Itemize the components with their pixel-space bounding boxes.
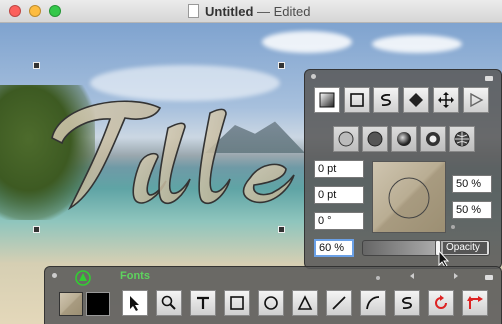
circle-shaded-tool[interactable] [391, 126, 417, 152]
close-window-button[interactable] [9, 5, 21, 17]
arc-icon [366, 296, 380, 310]
s-curve-tool[interactable] [373, 87, 399, 113]
globe-tool[interactable] [449, 126, 475, 152]
fill-preview-swatch[interactable] [372, 161, 446, 233]
rectangle-icon [230, 296, 244, 310]
text-t-icon [197, 296, 209, 309]
stroke-color-swatch[interactable] [86, 292, 110, 316]
line-icon [332, 296, 346, 310]
gradient-icon [319, 92, 335, 108]
circle-ring-tool[interactable] [420, 126, 446, 152]
line-tool[interactable] [326, 290, 352, 316]
angle-field[interactable]: 0 ° [314, 212, 364, 230]
bezier-tool[interactable] [394, 290, 420, 316]
triangle-icon [297, 295, 313, 310]
selection-handle[interactable] [33, 226, 40, 233]
s-curve-icon [402, 297, 412, 309]
selection-handle[interactable] [33, 62, 40, 69]
circle-filled-icon [367, 131, 383, 147]
cloud [372, 35, 462, 53]
minimize-window-button[interactable] [29, 5, 41, 17]
gradient-fill-tool[interactable] [314, 87, 340, 113]
document-icon [188, 4, 199, 18]
title-artwork[interactable] [40, 83, 340, 223]
square-icon [350, 93, 364, 107]
arrow-cursor-icon [130, 296, 139, 311]
play-tool[interactable] [463, 87, 489, 113]
title-bar: Untitled — Edited [0, 0, 502, 23]
angle-dial[interactable] [373, 162, 445, 232]
paging-arrows-icon[interactable] [410, 272, 460, 280]
circle-outline-tool[interactable] [333, 126, 359, 152]
document-name: Untitled [205, 4, 254, 19]
diamond-icon [409, 93, 423, 107]
rectangle-tool[interactable] [224, 290, 250, 316]
percent-x-field[interactable]: 50 % [452, 175, 492, 193]
flip-arrows-icon [467, 296, 483, 309]
rotate-icon [435, 295, 447, 309]
arrow-tool[interactable] [122, 290, 148, 316]
offset-y-field[interactable]: 0 pt [314, 186, 364, 204]
ellipse-tool[interactable] [258, 290, 284, 316]
document-status: — Edited [257, 4, 311, 19]
selection-handle[interactable] [278, 62, 285, 69]
square-tool[interactable] [344, 87, 370, 113]
fonts-panel-icon[interactable] [75, 270, 91, 286]
opacity-slider[interactable]: Opacity [362, 240, 490, 256]
window-title: Untitled — Edited [205, 4, 311, 19]
rotate-tool[interactable] [428, 290, 454, 316]
move-arrows-icon [438, 92, 454, 108]
small-indicator [376, 276, 380, 280]
diamond-tool[interactable] [403, 87, 429, 113]
texture-swatch[interactable] [59, 292, 83, 316]
play-icon [470, 92, 484, 108]
circle-filled-tool[interactable] [362, 126, 388, 152]
tools-panel-close-dot[interactable] [52, 273, 57, 278]
move-tool[interactable] [433, 87, 459, 113]
globe-icon [454, 131, 470, 147]
circle-shaded-icon [397, 132, 411, 146]
panel-close-dot[interactable] [311, 74, 316, 79]
arc-tool[interactable] [360, 290, 386, 316]
circle-outline-icon [338, 131, 354, 147]
swatch-handle[interactable] [451, 225, 455, 229]
percent-y-field[interactable]: 50 % [452, 201, 492, 219]
ellipse-icon [264, 296, 278, 310]
triangle-tool[interactable] [292, 290, 318, 316]
fonts-label[interactable]: Fonts [120, 270, 150, 282]
s-curve-icon [381, 94, 391, 106]
circle-ring-icon [426, 132, 440, 146]
text-tool[interactable] [190, 290, 216, 316]
tools-panel-collapse-button[interactable] [485, 275, 493, 280]
panel-collapse-button[interactable] [485, 76, 493, 81]
magnifier-icon [161, 295, 176, 310]
flip-tool[interactable] [462, 290, 488, 316]
zoom-window-button[interactable] [49, 5, 61, 17]
cloud [262, 31, 352, 53]
opacity-value-field[interactable]: 60 % [314, 239, 354, 257]
offset-x-field[interactable]: 0 pt [314, 160, 364, 178]
selection-handle[interactable] [278, 226, 285, 233]
zoom-tool[interactable] [156, 290, 182, 316]
app-window: Untitled — Edited 0 pt 0 pt 0 ° 50 % 50 … [0, 0, 502, 324]
